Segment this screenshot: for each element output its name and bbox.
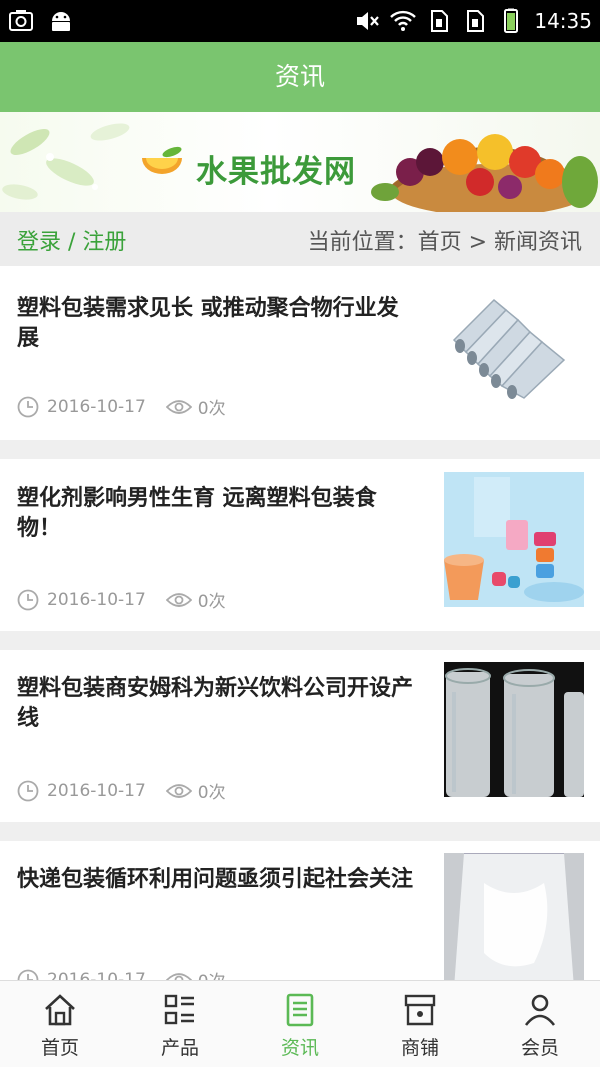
page-title: 资讯: [0, 42, 600, 112]
battery-icon: [504, 8, 519, 33]
home-icon: [45, 994, 75, 1026]
tab-label: 产品: [160, 1037, 199, 1059]
clock-icon: [17, 780, 39, 801]
tab-products[interactable]: 产品: [120, 981, 240, 1067]
news-meta: 2016-10-17 0次: [17, 967, 226, 980]
news-item[interactable]: 塑料包装需求见长 或推动聚合物行业发展 2016-10-17 0次: [0, 266, 600, 440]
status-bar: 14:35: [0, 0, 600, 42]
camera-icon: [9, 10, 33, 31]
news-date: 2016-10-17: [47, 589, 146, 610]
eye-icon: [165, 399, 192, 414]
wifi-icon: [390, 10, 417, 31]
eye-icon: [165, 972, 192, 980]
clock-icon: [17, 396, 39, 417]
orange-cup-logo: [142, 146, 182, 174]
news-item[interactable]: 快递包装循环利用问题亟须引起社会关注 2016-10-17 0次: [0, 841, 600, 980]
news-title[interactable]: 快递包装循环利用问题亟须引起社会关注: [17, 865, 417, 895]
news-title[interactable]: 塑化剂影响男性生育 远离塑料包装食物！: [17, 484, 417, 544]
breadcrumb: 当前位置：首页 > 新闻资讯: [307, 230, 582, 255]
news-meta: 2016-10-17 0次: [17, 778, 226, 803]
clock-icon: [17, 589, 39, 610]
plastic-bag-image[interactable]: [444, 853, 584, 980]
user-icon: [524, 994, 556, 1026]
login-register-link[interactable]: 登录 / 注册: [17, 224, 126, 256]
news-item[interactable]: 塑料包装商安姆科为新兴饮料公司开设产线 2016-10-17 0次: [0, 650, 600, 822]
mute-icon: [357, 12, 380, 30]
shop-icon: [404, 994, 436, 1026]
news-title[interactable]: 塑料包装商安姆科为新兴饮料公司开设产线: [17, 674, 417, 734]
tab-home[interactable]: 首页: [0, 981, 120, 1067]
tab-label: 商铺: [400, 1037, 439, 1059]
news-meta: 2016-10-17 0次: [17, 394, 226, 419]
plastic-film-rolls-image[interactable]: [444, 280, 584, 415]
status-right-icons: 14:35: [354, 8, 592, 34]
tab-label: 资讯: [280, 1037, 319, 1059]
news-date: 2016-10-17: [47, 780, 146, 801]
news-icon: [286, 993, 314, 1027]
sim1-icon: [431, 10, 449, 32]
news-date: 2016-10-17: [47, 396, 146, 417]
sim2-icon: [467, 10, 485, 32]
tab-shop[interactable]: 商铺: [360, 981, 480, 1067]
clock-icon: [17, 969, 39, 980]
news-views: 0次: [197, 783, 226, 803]
tab-member[interactable]: 会员: [480, 981, 600, 1067]
news-views: 0次: [197, 399, 226, 419]
eye-icon: [165, 592, 192, 607]
news-date: 2016-10-17: [47, 969, 146, 981]
tab-label: 首页: [40, 1037, 79, 1059]
news-title[interactable]: 塑料包装需求见长 或推动聚合物行业发展: [17, 294, 417, 354]
banner: 水果批发网: [0, 112, 600, 212]
status-time: 14:35: [534, 9, 592, 33]
bottom-tab-bar: 首页 产品 资讯 商铺 会员: [0, 980, 600, 1067]
news-views: 0次: [197, 592, 226, 612]
news-item[interactable]: 塑化剂影响男性生育 远离塑料包装食物！ 2016-10-17 0次: [0, 459, 600, 631]
news-meta: 2016-10-17 0次: [17, 587, 226, 612]
breadcrumb-bar: 登录 / 注册 当前位置：首页 > 新闻资讯: [0, 212, 600, 266]
list-icon: [164, 994, 194, 1025]
plastic-bottles-image[interactable]: [444, 662, 584, 797]
eye-icon: [165, 783, 192, 798]
tab-news[interactable]: 资讯: [240, 981, 360, 1067]
plastic-containers-image[interactable]: [444, 472, 584, 607]
status-left-icons: [8, 8, 74, 34]
tab-label: 会员: [520, 1037, 559, 1059]
brand-text: 水果批发网: [196, 154, 356, 190]
news-views: 0次: [198, 967, 226, 980]
fruit-basket-image: [371, 134, 598, 212]
android-icon: [52, 12, 70, 31]
